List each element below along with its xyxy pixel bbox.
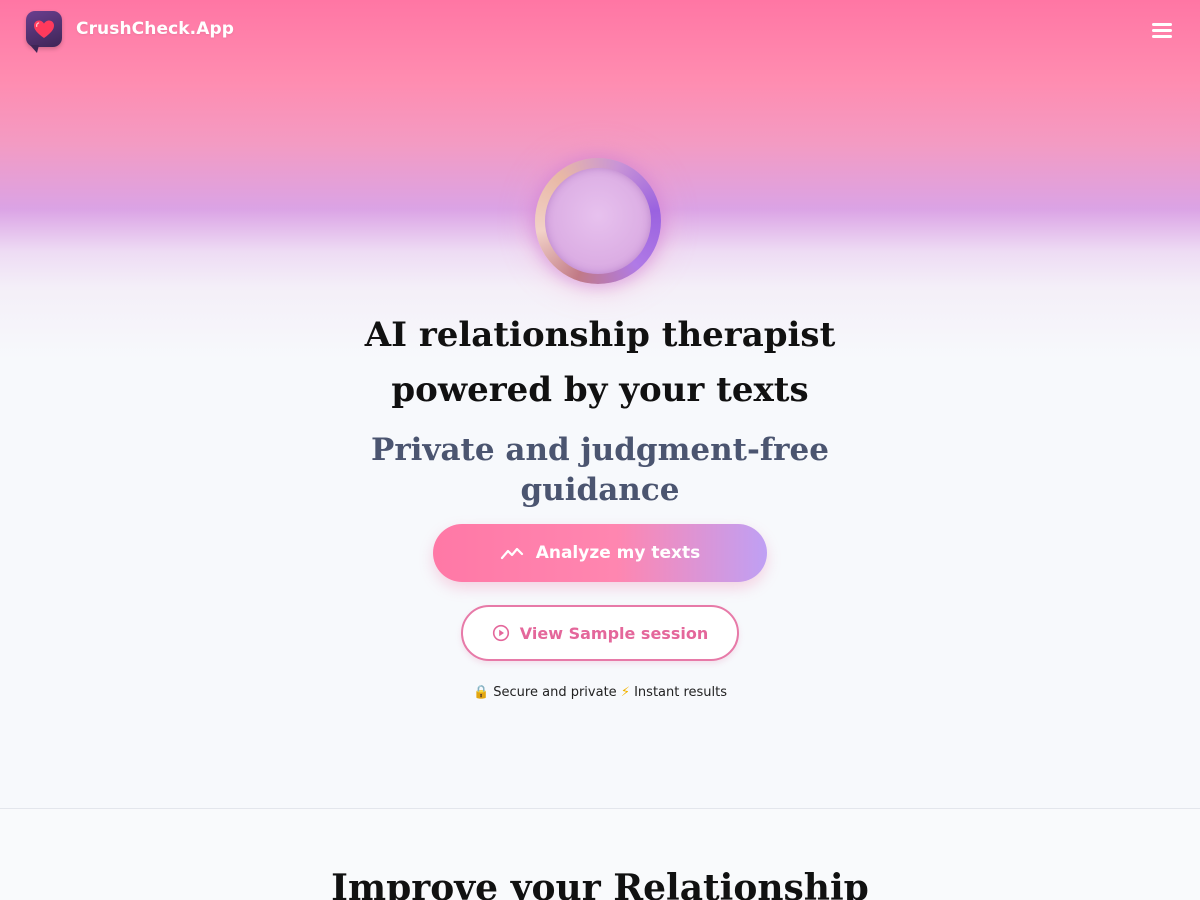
page-title-line-2: powered by your texts bbox=[391, 370, 809, 410]
play-circle-icon bbox=[492, 624, 510, 642]
page-title: AI relationship therapist powered by you… bbox=[300, 308, 900, 418]
lightning-icon: ⚡ bbox=[620, 685, 630, 700]
brand-name[interactable]: CrushCheck.App bbox=[76, 19, 234, 39]
trust-badges: 🔒 Secure and private ⚡ Instant results bbox=[350, 685, 850, 700]
menu-bar bbox=[1152, 29, 1172, 32]
hamburger-menu-icon[interactable] bbox=[1150, 20, 1174, 40]
trending-line-icon bbox=[500, 545, 524, 561]
view-sample-session-button[interactable]: View Sample session bbox=[461, 605, 739, 661]
menu-bar bbox=[1152, 35, 1172, 38]
menu-bar bbox=[1152, 23, 1172, 26]
page-subtitle: Private and judgment-free guidance bbox=[330, 430, 870, 510]
ring-orb-icon bbox=[535, 158, 661, 284]
page-title-line-1: AI relationship therapist bbox=[364, 315, 836, 355]
top-navbar: CrushCheck.App bbox=[0, 0, 1200, 62]
analyze-texts-label: Analyze my texts bbox=[535, 543, 701, 563]
section-title: Improve your Relationship bbox=[331, 867, 869, 900]
heart-chat-icon[interactable] bbox=[26, 11, 62, 53]
analyze-texts-button[interactable]: Analyze my texts bbox=[433, 524, 767, 582]
improve-section: Improve your Relationship bbox=[0, 809, 1200, 900]
secure-private-text: Secure and private bbox=[493, 685, 617, 700]
heart-icon bbox=[34, 20, 54, 38]
view-sample-session-label: View Sample session bbox=[519, 623, 709, 643]
instant-results-text: Instant results bbox=[634, 685, 728, 700]
page-subtitle-line-2: guidance bbox=[520, 472, 680, 508]
page-subtitle-line-1: Private and judgment-free bbox=[371, 432, 829, 468]
lock-icon: 🔒 bbox=[472, 685, 490, 700]
